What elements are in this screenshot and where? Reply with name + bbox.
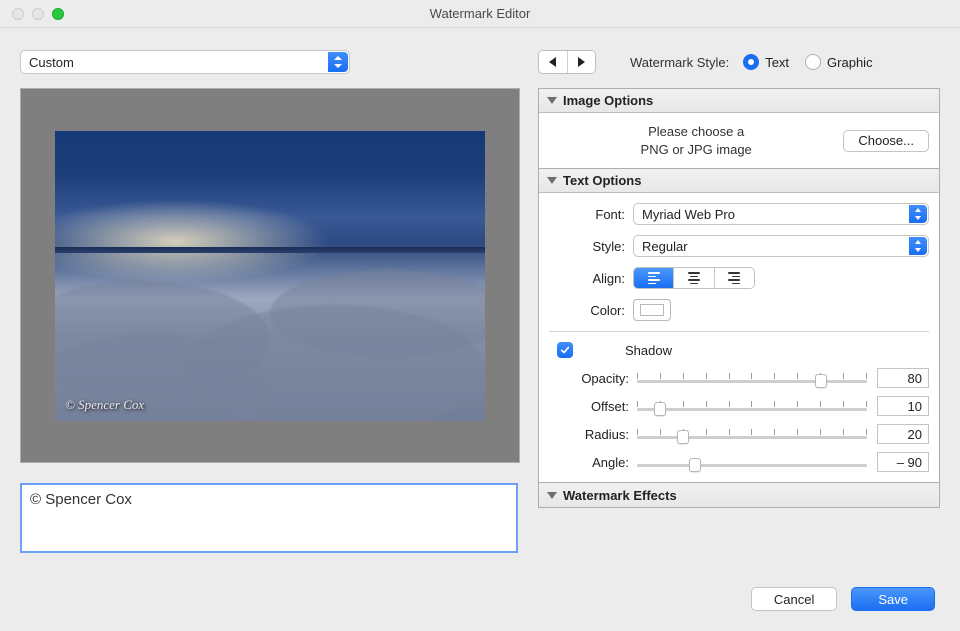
triangle-left-icon [549,57,556,67]
titlebar: Watermark Editor [0,0,960,28]
preset-value: Custom [29,55,74,70]
hint-line-2: PNG or JPG image [549,141,843,159]
choose-image-button[interactable]: Choose... [843,130,929,152]
align-right-button[interactable] [715,268,754,288]
stepper-icon [909,237,927,255]
panel-image-options: Image Options Please choose a PNG or JPG… [539,89,939,168]
align-right-icon [728,272,740,284]
opacity-slider[interactable] [637,369,867,387]
panel-title: Image Options [563,93,653,108]
radio-graphic-label: Graphic [827,55,873,70]
panel-title: Text Options [563,173,641,188]
disclosure-triangle-icon [547,97,557,104]
triangle-right-icon [578,57,585,67]
check-icon [560,345,570,355]
stepper-icon [328,52,348,72]
image-options-hint: Please choose a PNG or JPG image [549,123,843,158]
dialog-footer: Cancel Save [751,587,935,611]
panel-header-image-options[interactable]: Image Options [539,89,939,113]
watermark-style-label: Watermark Style: [630,55,729,70]
close-icon[interactable] [12,8,24,20]
stepper-icon [909,205,927,223]
save-button[interactable]: Save [851,587,935,611]
shadow-label: Shadow [625,343,672,358]
shadow-checkbox[interactable] [557,342,573,358]
hint-line-1: Please choose a [549,123,843,141]
offset-label: Offset: [549,399,637,414]
opacity-label: Opacity: [549,371,637,386]
radio-graphic[interactable] [805,54,821,70]
radius-slider[interactable] [637,425,867,443]
align-center-button[interactable] [674,268,714,288]
angle-value[interactable]: – 90 [877,452,929,472]
maximize-icon[interactable] [52,8,64,20]
minimize-icon[interactable] [32,8,44,20]
panel-header-text-options[interactable]: Text Options [539,169,939,193]
style-label: Style: [549,239,633,254]
font-style-value: Regular [642,239,688,254]
align-center-icon [688,272,700,284]
radius-value[interactable]: 20 [877,424,929,444]
prev-image-button[interactable] [539,51,568,73]
radio-text-label: Text [765,55,789,70]
window-title: Watermark Editor [0,6,960,21]
font-style-select[interactable]: Regular [633,235,929,257]
preview-frame: © Spencer Cox [20,88,520,463]
offset-slider[interactable] [637,397,867,415]
next-image-button[interactable] [568,51,596,73]
radio-text[interactable] [743,54,759,70]
panel-header-watermark-effects[interactable]: Watermark Effects [539,483,939,507]
align-label: Align: [549,271,633,286]
angle-slider[interactable] [637,453,867,471]
preview-image: © Spencer Cox [55,131,485,421]
disclosure-triangle-icon [547,177,557,184]
slider-thumb[interactable] [654,402,666,416]
options-panels: Image Options Please choose a PNG or JPG… [538,88,940,508]
align-segmented-control [633,267,755,289]
radius-label: Radius: [549,427,637,442]
align-left-button[interactable] [634,268,674,288]
cancel-button[interactable]: Cancel [751,587,837,611]
disclosure-triangle-icon [547,492,557,499]
preview-watermark-text: © Spencer Cox [65,397,144,413]
preset-select[interactable]: Custom [20,50,350,74]
font-value: Myriad Web Pro [642,207,735,222]
watermark-style-radio-group: Text Graphic [743,54,882,70]
panel-title: Watermark Effects [563,488,677,503]
color-well[interactable] [633,299,671,321]
font-label: Font: [549,207,633,222]
align-left-icon [648,272,660,284]
watermark-text-input[interactable] [20,483,518,553]
slider-thumb[interactable] [677,430,689,444]
offset-value[interactable]: 10 [877,396,929,416]
window-controls [12,8,64,20]
panel-text-options: Text Options Font: Myriad Web Pro St [539,168,939,482]
slider-thumb[interactable] [815,374,827,388]
panel-watermark-effects: Watermark Effects [539,482,939,507]
slider-thumb[interactable] [689,458,701,472]
preview-nav [538,50,596,74]
color-label: Color: [549,303,633,318]
font-select[interactable]: Myriad Web Pro [633,203,929,225]
angle-label: Angle: [549,455,637,470]
color-swatch [640,304,664,316]
divider [549,331,929,332]
opacity-value[interactable]: 80 [877,368,929,388]
